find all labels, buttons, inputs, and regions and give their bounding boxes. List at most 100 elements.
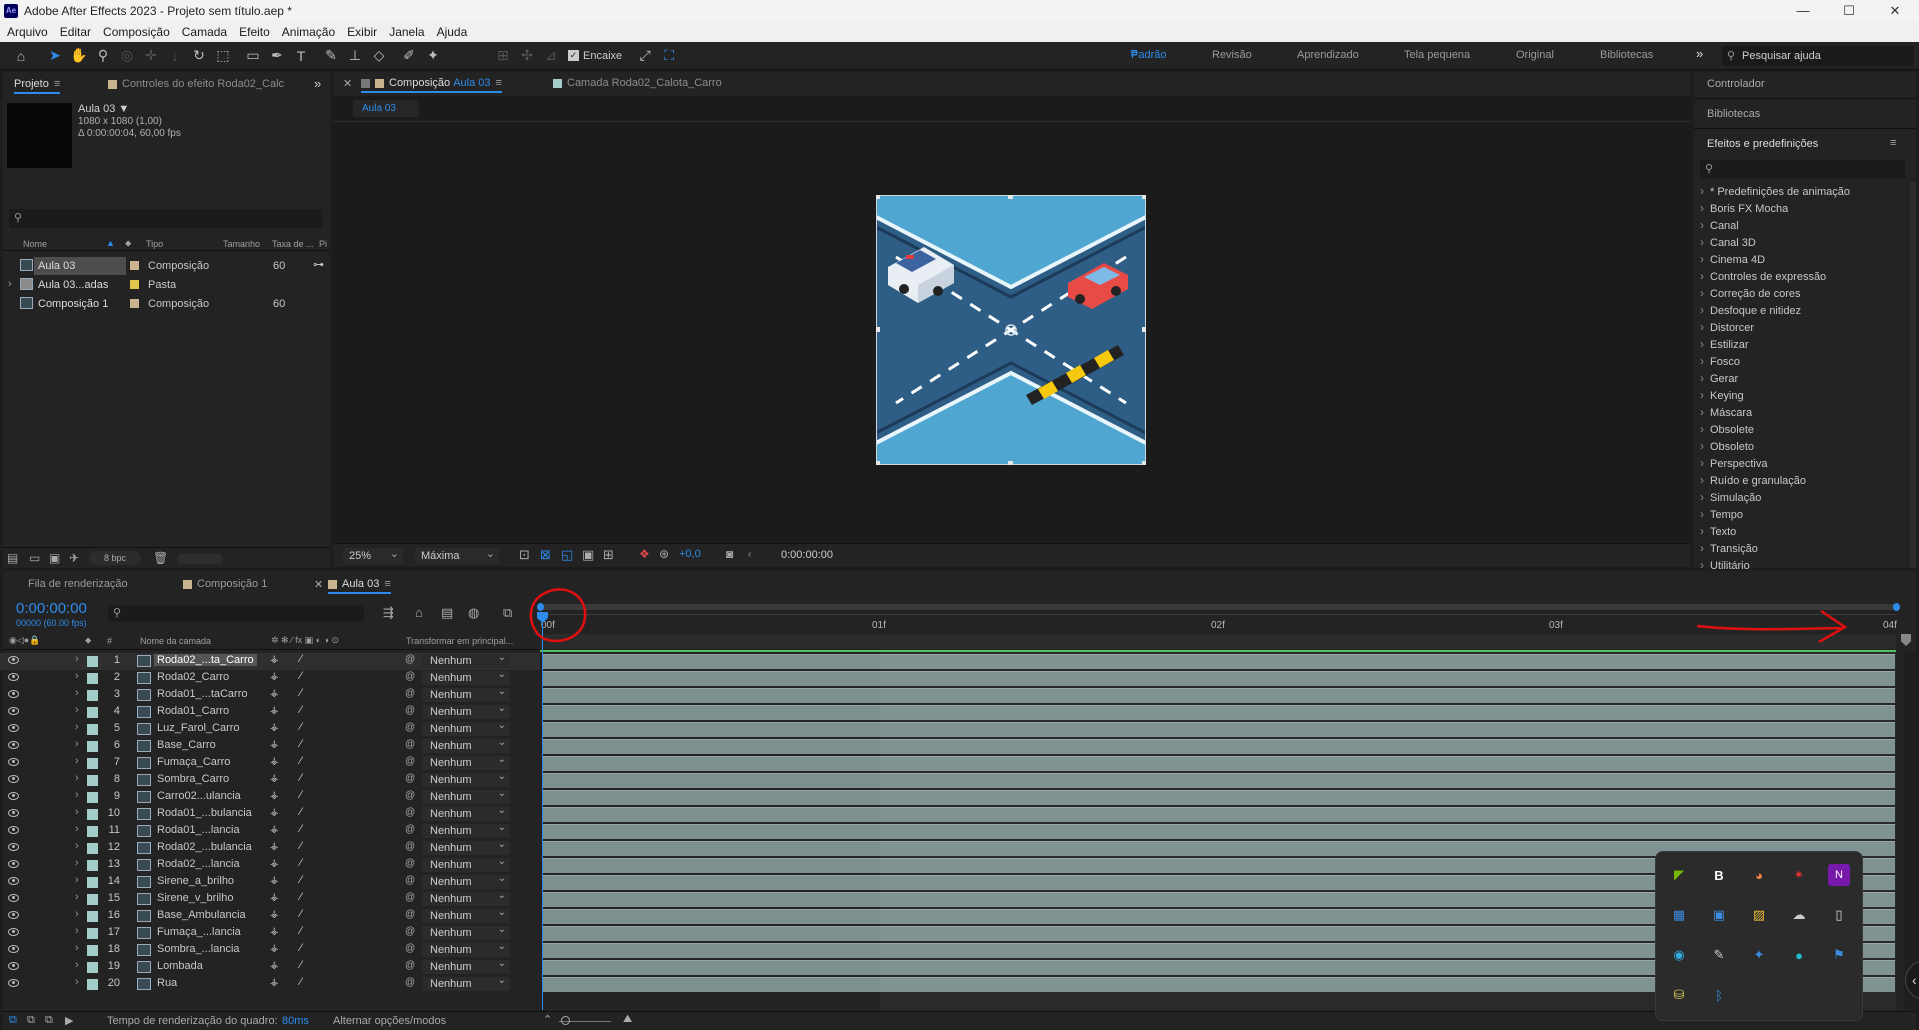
label-color-icon[interactable]: [87, 690, 98, 701]
chrome-icon[interactable]: ◕: [1748, 864, 1770, 886]
col-pi[interactable]: Pi: [319, 239, 327, 249]
eraser-tool-icon[interactable]: ◇: [368, 45, 390, 67]
label-color-icon[interactable]: [87, 724, 98, 735]
shy-switch-icon[interactable]: ⚶: [270, 892, 279, 903]
nvidia-icon[interactable]: ◤: [1668, 864, 1690, 886]
parent-dropdown[interactable]: Nenhum: [422, 974, 510, 991]
timeline-vscroll[interactable]: [1903, 652, 1916, 1010]
workspace-aprendizado[interactable]: Aprendizado: [1297, 49, 1359, 61]
eye-icon[interactable]: [8, 860, 19, 868]
quality-switch-icon[interactable]: ⁄: [300, 891, 302, 903]
shy-switch-icon[interactable]: ⚶: [270, 790, 279, 801]
effect-category[interactable]: Utilitário: [1700, 558, 1750, 572]
draft-3d-icon[interactable]: ⌂: [415, 605, 423, 620]
pick-whip-icon[interactable]: @: [405, 739, 415, 750]
eye-icon[interactable]: [8, 707, 19, 715]
layer-row[interactable]: › 9 Carro02...ulancia ⚶ ⁄ @ Nenhum: [0, 787, 540, 806]
col-parent[interactable]: Transformar em principal...: [406, 636, 513, 646]
onenote-icon[interactable]: N: [1828, 864, 1850, 886]
label-color-icon[interactable]: [87, 826, 98, 837]
shy-switch-icon[interactable]: ⚶: [270, 841, 279, 852]
comp-breadcrumb[interactable]: Aula 03: [353, 100, 419, 117]
layer-row[interactable]: › 11 Roda01_...lancia ⚶ ⁄ @ Nenhum: [0, 821, 540, 840]
pick-whip-icon[interactable]: @: [405, 960, 415, 971]
parent-dropdown[interactable]: Nenhum: [422, 685, 510, 702]
label-color-icon[interactable]: [87, 775, 98, 786]
col-tamanho[interactable]: Tamanho: [223, 239, 260, 249]
expand-chevron-icon[interactable]: ›: [75, 653, 79, 665]
eye-icon[interactable]: [8, 741, 19, 749]
pick-whip-icon[interactable]: @: [405, 705, 415, 716]
shy-switch-icon[interactable]: ⚶: [270, 756, 279, 767]
effect-category[interactable]: Obsolete: [1700, 422, 1754, 436]
layer-name[interactable]: Roda01_Carro: [157, 705, 229, 717]
layer-name[interactable]: Roda01_...taCarro: [157, 688, 248, 700]
comp-lock-icon[interactable]: [361, 78, 370, 88]
pan-camera-icon[interactable]: ✛: [140, 45, 162, 67]
quality-switch-icon[interactable]: ⁄: [300, 840, 302, 852]
shy-switch-icon[interactable]: ⚶: [270, 807, 279, 818]
parent-dropdown[interactable]: Nenhum: [422, 923, 510, 940]
eye-icon[interactable]: [8, 928, 19, 936]
pick-whip-icon[interactable]: @: [405, 773, 415, 784]
col-taxa[interactable]: Taxa de ...: [272, 239, 314, 249]
quality-switch-icon[interactable]: ⁄: [300, 789, 302, 801]
layer-row[interactable]: › 12 Roda02_...bulancia ⚶ ⁄ @ Nenhum: [0, 838, 540, 857]
label-color-icon[interactable]: [87, 945, 98, 956]
layer-name[interactable]: Base_Carro: [157, 739, 216, 751]
label-color-icon[interactable]: [130, 261, 139, 270]
snap-edge-icon[interactable]: ⤢: [634, 45, 656, 67]
workspace-revisao[interactable]: Revisão: [1212, 49, 1252, 61]
expand-chevron-icon[interactable]: ›: [75, 670, 79, 682]
menu-arquivo[interactable]: Arquivo: [7, 25, 48, 39]
zoom-tool-icon[interactable]: ⚲: [92, 45, 114, 67]
shy-switch-icon[interactable]: ⚶: [270, 977, 279, 988]
eye-icon[interactable]: [8, 809, 19, 817]
comp-viewer-canvas[interactable]: [876, 195, 1146, 465]
usb-icon[interactable]: ▯: [1828, 904, 1850, 926]
new-composition-icon[interactable]: ▣: [49, 551, 60, 565]
parent-dropdown[interactable]: Nenhum: [422, 651, 510, 668]
quality-switch-icon[interactable]: ⁄: [300, 806, 302, 818]
menu-efeito[interactable]: Efeito: [239, 25, 270, 39]
expand-chevron-icon[interactable]: ›: [75, 823, 79, 835]
effect-category[interactable]: Texto: [1700, 524, 1736, 538]
tab-aula-03[interactable]: Aula 03 ≡: [328, 578, 391, 594]
effect-category[interactable]: Keying: [1700, 388, 1744, 402]
expand-chevron-icon[interactable]: ›: [75, 925, 79, 937]
widgets-icon[interactable]: ▦: [1668, 904, 1690, 926]
eye-icon[interactable]: [8, 792, 19, 800]
shy-switch-icon[interactable]: ⚶: [270, 654, 279, 665]
parent-dropdown[interactable]: Nenhum: [422, 940, 510, 957]
expand-chevron-icon[interactable]: ›: [75, 942, 79, 954]
expand-chevron-icon[interactable]: ›: [75, 857, 79, 869]
quality-switch-icon[interactable]: ⁄: [300, 942, 302, 954]
panel-menu-icon[interactable]: ≡: [1890, 137, 1896, 149]
expand-chevron-icon[interactable]: ›: [75, 976, 79, 988]
sort-ascending-icon[interactable]: ▲: [106, 238, 115, 248]
pan-behind-icon[interactable]: ⬚: [212, 45, 234, 67]
work-area-end-handle[interactable]: [1893, 603, 1900, 611]
clone-stamp-icon[interactable]: ⊥: [344, 45, 366, 67]
pick-whip-icon[interactable]: @: [405, 756, 415, 767]
quality-switch-icon[interactable]: ⁄: [300, 687, 302, 699]
workspace-padrao[interactable]: Padrão: [1131, 49, 1166, 61]
security-icon[interactable]: ✦: [1748, 944, 1770, 966]
layer-search-input[interactable]: ⚲: [108, 605, 364, 622]
layer-name[interactable]: Sirene_v_brilho: [157, 892, 233, 904]
layer-name[interactable]: Lombada: [157, 960, 203, 972]
layer-name[interactable]: Sombra_...lancia: [157, 943, 240, 955]
layer-row[interactable]: › 19 Lombada ⚶ ⁄ @ Nenhum: [0, 957, 540, 976]
label-color-icon[interactable]: [130, 299, 139, 308]
label-color-icon[interactable]: [87, 860, 98, 871]
layer-row[interactable]: › 17 Fumaça_...lancia ⚶ ⁄ @ Nenhum: [0, 923, 540, 942]
quality-switch-icon[interactable]: ⁄: [300, 959, 302, 971]
project-item[interactable]: Composição 1 Composição 60: [8, 295, 326, 313]
quality-switch-icon[interactable]: ⁄: [300, 670, 302, 682]
quality-switch-icon[interactable]: ⁄: [300, 823, 302, 835]
zoom-in-icon[interactable]: ⛰: [623, 1013, 632, 1026]
steam-icon[interactable]: ◉: [1668, 944, 1690, 966]
layer-row[interactable]: › 18 Sombra_...lancia ⚶ ⁄ @ Nenhum: [0, 940, 540, 959]
tab-layer[interactable]: Camada Roda02_Calota_Carro: [553, 77, 722, 89]
effect-category[interactable]: Desfoque e nitidez: [1700, 303, 1801, 317]
